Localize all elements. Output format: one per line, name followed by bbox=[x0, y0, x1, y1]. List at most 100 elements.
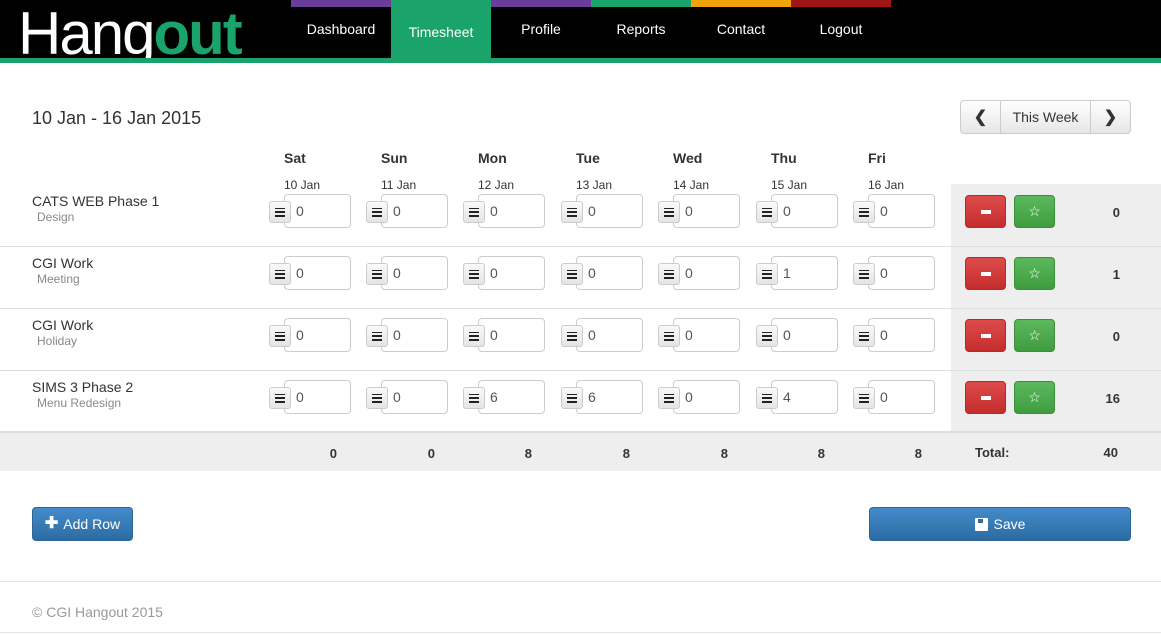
task-name: Meeting bbox=[37, 272, 80, 286]
list-icon bbox=[372, 269, 382, 279]
notes-button[interactable] bbox=[463, 387, 485, 409]
add-row-label: Add Row bbox=[63, 516, 121, 532]
row-total: 16 bbox=[1105, 391, 1120, 406]
day-total: 8 bbox=[817, 446, 825, 461]
hours-input[interactable] bbox=[673, 380, 740, 414]
delete-row-button[interactable] bbox=[965, 381, 1006, 414]
notes-button[interactable] bbox=[463, 325, 485, 347]
hours-input[interactable] bbox=[284, 318, 351, 352]
hours-input[interactable] bbox=[381, 380, 448, 414]
hours-cell bbox=[366, 194, 450, 228]
hours-input[interactable] bbox=[868, 194, 935, 228]
delete-row-button[interactable] bbox=[965, 257, 1006, 290]
day-name: Tue bbox=[576, 150, 600, 166]
notes-button[interactable] bbox=[853, 263, 875, 285]
hours-input[interactable] bbox=[284, 256, 351, 290]
list-icon bbox=[762, 269, 772, 279]
save-button[interactable]: Save bbox=[869, 507, 1131, 541]
hours-input[interactable] bbox=[284, 380, 351, 414]
hours-input[interactable] bbox=[478, 380, 545, 414]
list-icon bbox=[859, 207, 869, 217]
prev-week-button[interactable]: ❮ bbox=[961, 101, 1000, 133]
hours-input[interactable] bbox=[284, 194, 351, 228]
hours-input[interactable] bbox=[771, 318, 838, 352]
nav-label: Logout bbox=[819, 21, 863, 37]
notes-button[interactable] bbox=[561, 263, 583, 285]
nav-dashboard[interactable]: Dashboard bbox=[291, 0, 391, 58]
week-range-title: 10 Jan - 16 Jan 2015 bbox=[32, 108, 202, 128]
notes-button[interactable] bbox=[658, 263, 680, 285]
notes-button[interactable] bbox=[756, 201, 778, 223]
notes-button[interactable] bbox=[561, 387, 583, 409]
hours-input[interactable] bbox=[478, 194, 545, 228]
delete-row-button[interactable] bbox=[965, 319, 1006, 352]
day-name: Mon bbox=[478, 150, 507, 166]
hours-input[interactable] bbox=[381, 318, 448, 352]
notes-button[interactable] bbox=[366, 263, 388, 285]
notes-button[interactable] bbox=[463, 201, 485, 223]
nav-reports[interactable]: Reports bbox=[591, 0, 691, 58]
notes-button[interactable] bbox=[463, 263, 485, 285]
hours-cell bbox=[756, 380, 840, 414]
hours-input[interactable] bbox=[771, 256, 838, 290]
favorite-row-button[interactable]: ☆ bbox=[1014, 257, 1055, 290]
notes-button[interactable] bbox=[756, 263, 778, 285]
brand-logo[interactable]: Hangout bbox=[18, 3, 243, 65]
hours-input[interactable] bbox=[771, 380, 838, 414]
row-total: 0 bbox=[1112, 329, 1120, 344]
hours-input[interactable] bbox=[381, 194, 448, 228]
list-icon bbox=[275, 269, 285, 279]
nav-logout[interactable]: Logout bbox=[791, 0, 891, 58]
add-row-button[interactable]: ✚ Add Row bbox=[32, 507, 133, 541]
nav-timesheet[interactable]: Timesheet bbox=[391, 0, 491, 63]
favorite-row-button[interactable]: ☆ bbox=[1014, 319, 1055, 352]
notes-button[interactable] bbox=[658, 387, 680, 409]
notes-button[interactable] bbox=[756, 387, 778, 409]
chevron-right-icon: ❯ bbox=[1103, 109, 1118, 126]
hours-cell bbox=[269, 318, 353, 352]
notes-button[interactable] bbox=[366, 325, 388, 347]
notes-button[interactable] bbox=[366, 387, 388, 409]
hours-cell bbox=[269, 256, 353, 290]
star-icon: ☆ bbox=[1028, 327, 1041, 343]
nav-color-bar bbox=[291, 0, 391, 7]
hours-input[interactable] bbox=[673, 256, 740, 290]
hours-input[interactable] bbox=[478, 318, 545, 352]
hours-input[interactable] bbox=[673, 194, 740, 228]
notes-button[interactable] bbox=[853, 201, 875, 223]
notes-button[interactable] bbox=[561, 201, 583, 223]
hours-input[interactable] bbox=[576, 194, 643, 228]
hours-input[interactable] bbox=[381, 256, 448, 290]
hours-input[interactable] bbox=[673, 318, 740, 352]
delete-row-button[interactable] bbox=[965, 195, 1006, 228]
hours-cell bbox=[366, 380, 450, 414]
notes-button[interactable] bbox=[561, 325, 583, 347]
notes-button[interactable] bbox=[853, 387, 875, 409]
notes-button[interactable] bbox=[269, 325, 291, 347]
task-name: Design bbox=[37, 210, 75, 224]
hours-input[interactable] bbox=[868, 318, 935, 352]
hours-input[interactable] bbox=[576, 380, 643, 414]
hours-input[interactable] bbox=[576, 256, 643, 290]
notes-button[interactable] bbox=[658, 325, 680, 347]
notes-button[interactable] bbox=[269, 387, 291, 409]
this-week-button[interactable]: This Week bbox=[1000, 101, 1091, 133]
next-week-button[interactable]: ❯ bbox=[1091, 101, 1130, 133]
hours-input[interactable] bbox=[576, 318, 643, 352]
hours-cell bbox=[561, 256, 645, 290]
hours-input[interactable] bbox=[868, 380, 935, 414]
nav-contact[interactable]: Contact bbox=[691, 0, 791, 58]
notes-button[interactable] bbox=[756, 325, 778, 347]
notes-button[interactable] bbox=[269, 201, 291, 223]
hours-input[interactable] bbox=[868, 256, 935, 290]
favorite-row-button[interactable]: ☆ bbox=[1014, 381, 1055, 414]
list-icon bbox=[372, 331, 382, 341]
nav-profile[interactable]: Profile bbox=[491, 0, 591, 58]
notes-button[interactable] bbox=[366, 201, 388, 223]
notes-button[interactable] bbox=[658, 201, 680, 223]
favorite-row-button[interactable]: ☆ bbox=[1014, 195, 1055, 228]
hours-input[interactable] bbox=[478, 256, 545, 290]
notes-button[interactable] bbox=[853, 325, 875, 347]
hours-input[interactable] bbox=[771, 194, 838, 228]
notes-button[interactable] bbox=[269, 263, 291, 285]
